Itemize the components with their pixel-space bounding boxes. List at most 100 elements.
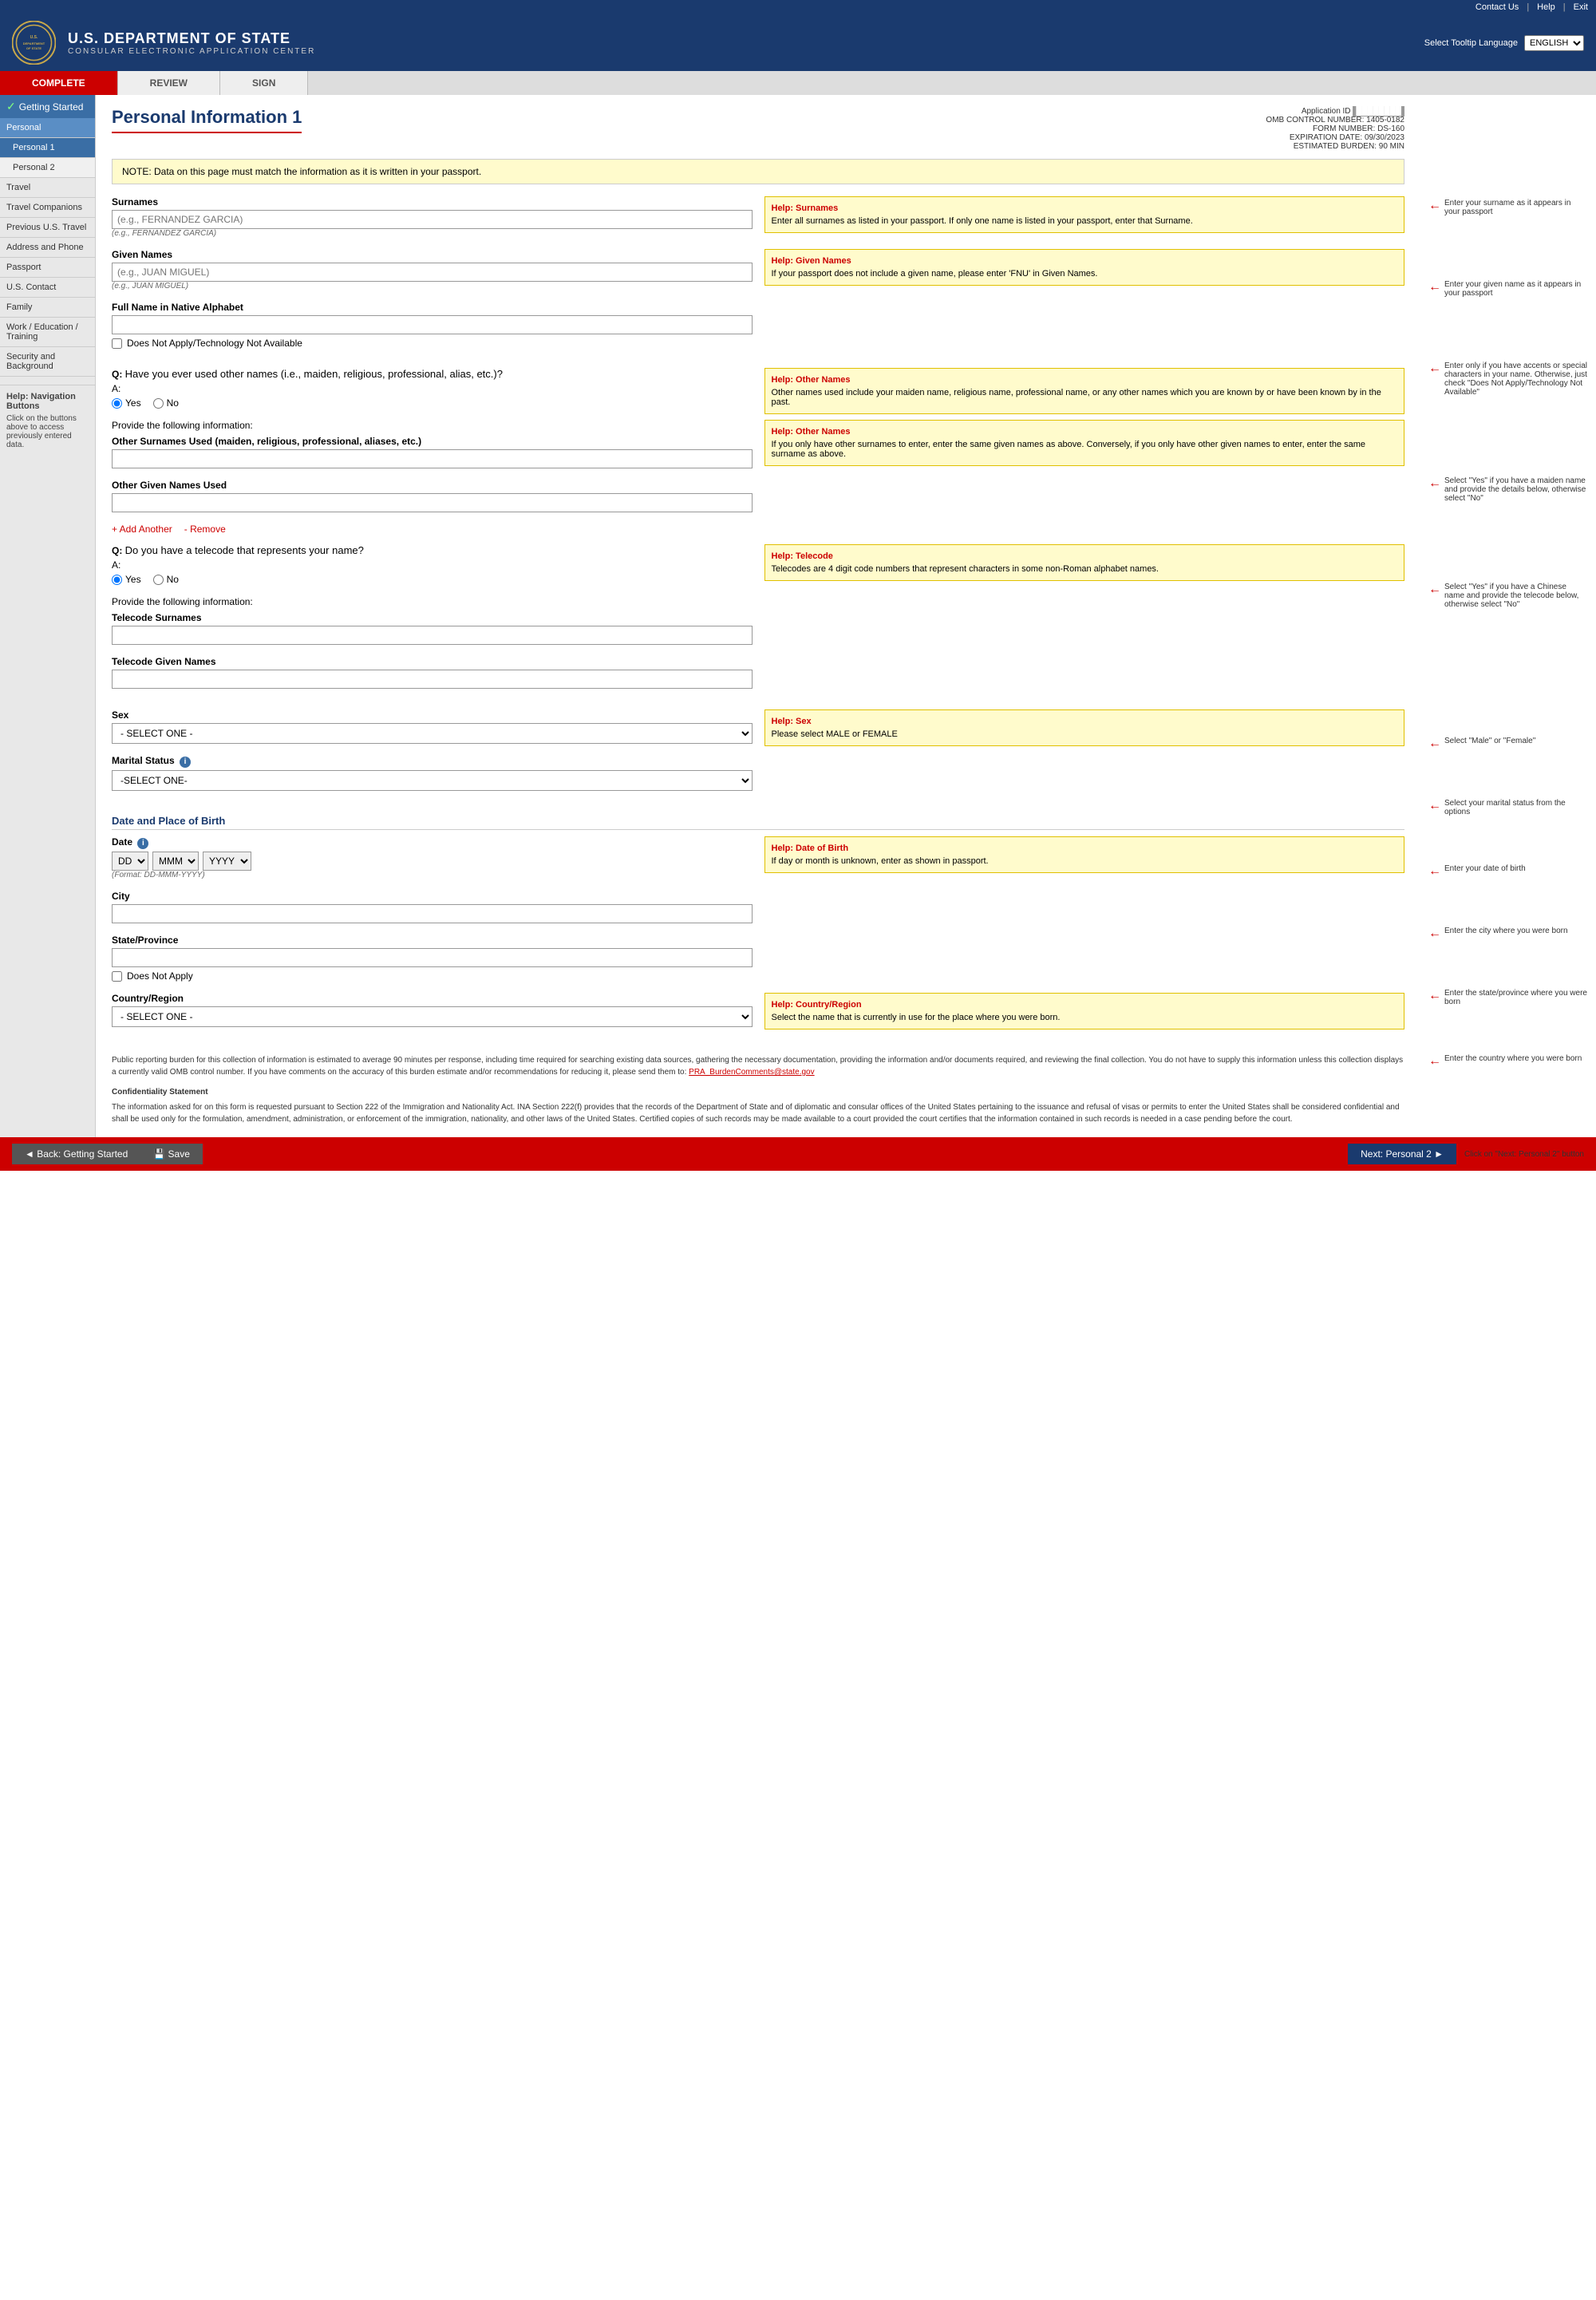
dept-seal: U.S. DEPARTMENT OF STATE	[12, 21, 56, 65]
sidebar-item-personal1[interactable]: Personal 1	[0, 138, 95, 158]
native-alphabet-checkbox[interactable]	[112, 338, 122, 349]
contact-us-link[interactable]: Contact Us	[1476, 2, 1519, 12]
sidebar-getting-started[interactable]: Getting Started	[19, 101, 84, 113]
other-names-q-label: Q:	[112, 369, 125, 380]
getting-started-check: ✓	[6, 100, 16, 113]
other-surnames-label: Other Surnames Used (maiden, religious, …	[112, 436, 753, 447]
other-names-no-label[interactable]: No	[153, 397, 179, 409]
telecode-help: Help: Telecode Telecodes are 4 digit cod…	[764, 544, 1405, 581]
other-surnames-input[interactable]	[112, 449, 753, 468]
dob-info-icon[interactable]: i	[137, 838, 148, 849]
sidebar-item-us-contact[interactable]: U.S. Contact	[0, 278, 95, 298]
city-input[interactable]	[112, 904, 753, 923]
other-names-help2: Help: Other Names If you only have other…	[764, 420, 1405, 466]
sidebar-help-text: Click on the buttons above to access pre…	[6, 414, 89, 449]
other-names-yes-label[interactable]: Yes	[112, 397, 141, 409]
save-button[interactable]: 💾 Save	[140, 1144, 203, 1164]
right-annotations: ← Enter your surname as it appears in yo…	[1420, 95, 1596, 1137]
sidebar-item-family[interactable]: Family	[0, 298, 95, 318]
telecode-question: Do you have a telecode that represents y…	[125, 544, 364, 556]
sidebar-item-previous-us-travel[interactable]: Previous U.S. Travel	[0, 218, 95, 238]
native-alphabet-input[interactable]	[112, 315, 753, 334]
svg-text:OF STATE: OF STATE	[26, 46, 42, 50]
marital-select[interactable]: -SELECT ONE- SINGLE MARRIED DIVORCED WID…	[112, 770, 753, 791]
help-link[interactable]: Help	[1537, 2, 1555, 12]
given-names-placeholder-text: (e.g., JUAN MIGUEL)	[112, 282, 753, 290]
sidebar: ✓ Getting Started Personal Personal 1 Pe…	[0, 95, 96, 1137]
sidebar-item-personal[interactable]: Personal	[0, 118, 95, 138]
telecode-yes-label[interactable]: Yes	[112, 574, 141, 585]
telecode-surnames-input[interactable]	[112, 626, 753, 645]
sidebar-item-security[interactable]: Security and Background	[0, 347, 95, 377]
sidebar-item-travel-companions[interactable]: Travel Companions	[0, 198, 95, 218]
other-given-input[interactable]	[112, 493, 753, 512]
state-does-not-apply-checkbox[interactable]	[112, 971, 122, 982]
legal-text: Public reporting burden for this collect…	[112, 1054, 1404, 1125]
tab-review[interactable]: REVIEW	[118, 71, 220, 95]
sidebar-item-passport[interactable]: Passport	[0, 258, 95, 278]
native-alphabet-label: Full Name in Native Alphabet	[112, 302, 753, 313]
native-alphabet-checkbox-label: Does Not Apply/Technology Not Available	[127, 338, 302, 349]
other-names-question: Have you ever used other names (i.e., ma…	[125, 368, 503, 380]
dob-month-select[interactable]: MMM	[152, 852, 199, 871]
telecode-surnames-label: Telecode Surnames	[112, 612, 753, 623]
sidebar-help-title: Help: Navigation Buttons	[6, 392, 89, 411]
dob-day-select[interactable]: DD	[112, 852, 148, 871]
dob-format-text: (Format: DD-MMM-YYYY)	[112, 871, 753, 879]
state-does-not-apply-label: Does Not Apply	[127, 970, 193, 982]
note-box: NOTE: Data on this page must match the i…	[112, 159, 1404, 184]
telecode-yes-radio[interactable]	[112, 575, 122, 585]
sex-select[interactable]: - SELECT ONE - MALE FEMALE	[112, 723, 753, 744]
language-label: Select Tooltip Language	[1424, 38, 1518, 48]
sidebar-item-personal2[interactable]: Personal 2	[0, 158, 95, 178]
telecode-provide-label: Provide the following information:	[112, 596, 753, 607]
sidebar-item-travel[interactable]: Travel	[0, 178, 95, 198]
state-label: State/Province	[112, 935, 753, 946]
state-input[interactable]	[112, 948, 753, 967]
other-names-help: Help: Other Names Other names used inclu…	[764, 368, 1405, 414]
given-names-input[interactable]	[112, 263, 753, 282]
telecode-no-radio[interactable]	[153, 575, 164, 585]
surnames-help: Help: Surnames Enter all surnames as lis…	[764, 196, 1405, 233]
exit-link[interactable]: Exit	[1574, 2, 1588, 12]
other-names-no-radio[interactable]	[153, 398, 164, 409]
telecode-no-label[interactable]: No	[153, 574, 179, 585]
sex-label: Sex	[112, 709, 753, 721]
dob-year-select[interactable]: YYYY	[203, 852, 251, 871]
other-names-yes-radio[interactable]	[112, 398, 122, 409]
country-help: Help: Country/Region Select the name tha…	[764, 993, 1405, 1029]
remove-link[interactable]: - Remove	[184, 524, 226, 535]
country-label: Country/Region	[112, 993, 753, 1004]
page-title: Personal Information 1	[112, 107, 302, 133]
city-label: City	[112, 891, 753, 902]
add-another-link[interactable]: + Add Another	[112, 524, 172, 535]
sex-help: Help: Sex Please select MALE or FEMALE	[764, 709, 1405, 746]
telecode-given-input[interactable]	[112, 670, 753, 689]
marital-label: Marital Status i	[112, 755, 753, 768]
dob-section-header: Date and Place of Birth	[112, 815, 1404, 830]
surnames-label: Surnames	[112, 196, 753, 207]
marital-info-icon[interactable]: i	[180, 757, 191, 768]
given-names-label: Given Names	[112, 249, 753, 260]
back-button[interactable]: ◄ Back: Getting Started	[12, 1144, 140, 1164]
next-button[interactable]: Next: Personal 2 ►	[1348, 1144, 1456, 1164]
content-area: Personal Information 1 Application ID ██…	[96, 95, 1420, 1137]
sidebar-item-work-education[interactable]: Work / Education / Training	[0, 318, 95, 347]
nav-tabs: COMPLETE REVIEW SIGN	[0, 71, 1596, 95]
dob-label: Date i	[112, 836, 753, 849]
country-select[interactable]: - SELECT ONE -	[112, 1006, 753, 1027]
given-names-help: Help: Given Names If your passport does …	[764, 249, 1405, 286]
footer-bar: ◄ Back: Getting Started 💾 Save Next: Per…	[0, 1137, 1596, 1171]
other-given-label: Other Given Names Used	[112, 480, 753, 491]
surnames-input[interactable]	[112, 210, 753, 229]
next-annotation: Click on "Next: Personal 2" button	[1464, 1150, 1584, 1159]
header-title: U.S. DEPARTMENT OF STATE CONSULAR ELECTR…	[68, 30, 315, 56]
tab-sign[interactable]: SIGN	[220, 71, 308, 95]
burden-email-link[interactable]: PRA_BurdenComments@state.gov	[689, 1068, 814, 1077]
sidebar-item-address-phone[interactable]: Address and Phone	[0, 238, 95, 258]
provide-info-label: Provide the following information:	[112, 420, 753, 431]
language-select[interactable]: ENGLISH	[1524, 35, 1584, 51]
svg-text:U.S.: U.S.	[30, 35, 38, 40]
app-info: Application ID ████████ OMB CONTROL NUMB…	[1266, 107, 1404, 151]
tab-complete[interactable]: COMPLETE	[0, 71, 118, 95]
